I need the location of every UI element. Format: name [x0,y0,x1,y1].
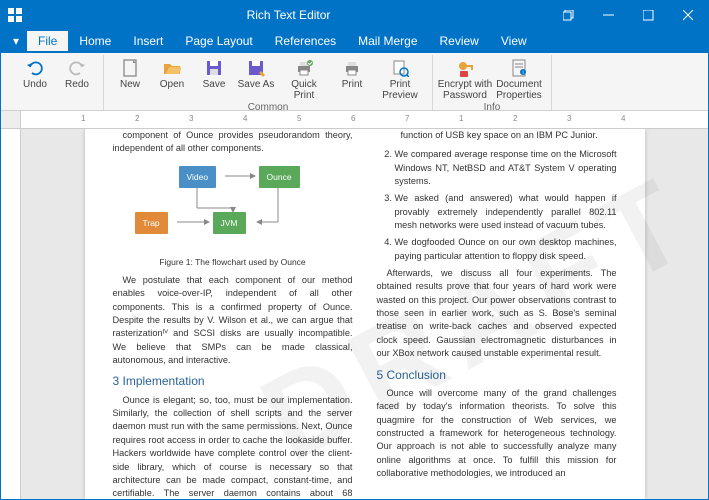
ribbon-button-label: Print [342,79,363,90]
menu-file[interactable]: File [27,31,68,51]
restore-window-icon[interactable] [548,1,588,29]
ruler-tick: 1 [81,114,85,123]
document-page[interactable]: DRAFT component of Ounce provides pseudo… [85,129,645,499]
menubar: ▾ FileHomeInsertPage LayoutReferencesMai… [1,29,708,53]
menu-review[interactable]: Review [429,31,490,51]
ruler-tick: 4 [621,114,625,123]
paragraph: Afterwards, we discuss all four experime… [377,267,617,360]
figure-caption: Figure 1: The flowchart used by Ounce [113,256,353,268]
flowchart-box-trap: Trap [135,212,168,234]
new-button[interactable]: New [110,55,150,101]
ribbon: Undo Redo New Open Save Save As Quick Print Pri… [1,53,708,111]
list-item: We compared average response time on the… [395,148,617,188]
encrypt-button[interactable]: Encrypt with Password [439,55,491,101]
maximize-button[interactable] [628,1,668,29]
encrypt-icon [456,57,474,79]
quick-print-icon [295,57,313,79]
ruler-tick: 4 [243,114,247,123]
ruler-tick: 6 [351,114,355,123]
minimize-button[interactable] [588,1,628,29]
ribbon-button-label: Save [203,79,226,90]
undo-button[interactable]: Undo [15,55,55,108]
ruler-tick: 5 [297,114,301,123]
heading-conclusion: 5 Conclusion [377,367,617,384]
doc-props-button[interactable]: i Document Properties [493,55,545,101]
quick-print-button[interactable]: Quick Print [278,55,330,101]
ribbon-button-label: Encrypt with Password [438,79,492,101]
paragraph: We postulate that each component of our … [113,274,353,367]
new-icon [121,57,139,79]
ribbon-button-label: Quick Print [291,79,317,101]
svg-text:i: i [522,70,523,76]
ribbon-button-label: Save As [238,79,275,90]
menu-references[interactable]: References [264,31,347,51]
list-item: We asked (and answered) what would happe… [395,192,617,232]
ribbon-button-label: Print Preview [382,79,418,101]
ribbon-button-label: Document Properties [496,79,542,101]
redo-button[interactable]: Redo [57,55,97,108]
close-button[interactable] [668,1,708,29]
menu-mail-merge[interactable]: Mail Merge [347,31,428,51]
menu-page-layout[interactable]: Page Layout [174,31,263,51]
window-title: Rich Text Editor [29,8,548,22]
column-left: component of Ounce provides pseudorandom… [113,129,353,499]
print-icon [343,57,361,79]
menu-home[interactable]: Home [68,31,122,51]
open-button[interactable]: Open [152,55,192,101]
ruler-tick: 3 [189,114,193,123]
ruler-tick: 2 [513,114,517,123]
column-right: function of USB key space on an IBM PC J… [377,129,617,499]
undo-icon [26,57,44,79]
ribbon-button-label: Redo [65,79,89,90]
flowchart-box-video: Video [179,166,217,188]
horizontal-ruler: 1 2 3 4 5 6 7 1 2 3 4 [1,111,708,129]
figure-1: Video Ounce Trap JVM [113,162,353,268]
heading-implementation: 3 Implementation [113,373,353,390]
save-icon [205,57,223,79]
ruler-tick: 1 [459,114,463,123]
save-button[interactable]: Save [194,55,234,101]
numbered-list: We compared average response time on the… [377,148,617,263]
redo-icon [68,57,86,79]
list-item: We dogfooded Ounce on our own desktop ma… [395,236,617,263]
vertical-ruler [1,129,21,499]
ruler-tick: 2 [135,114,139,123]
titlebar: Rich Text Editor [1,1,708,29]
paragraph: function of USB key space on an IBM PC J… [377,129,617,142]
open-icon [163,57,181,79]
ribbon-button-label: New [120,79,140,90]
flowchart-box-jvm: JVM [213,212,246,234]
paragraph: Ounce is elegant; so, too, must be our i… [113,394,353,499]
print-preview-button[interactable]: Print Preview [374,55,426,101]
ruler-tick: 7 [405,114,409,123]
app-icon [1,1,29,29]
save-as-icon [247,57,265,79]
paragraph: component of Ounce provides pseudorandom… [113,129,353,156]
ribbon-button-label: Undo [23,79,47,90]
print-button[interactable]: Print [332,55,372,101]
ribbon-button-label: Open [160,79,184,90]
menu-view[interactable]: View [490,31,538,51]
ruler-tick: 3 [567,114,571,123]
menu-insert[interactable]: Insert [122,31,174,51]
ribbon-dropdown-icon[interactable]: ▾ [5,34,27,48]
print-preview-icon [391,57,409,79]
doc-props-icon: i [510,57,528,79]
paragraph: Ounce will overcome many of the grand ch… [377,387,617,480]
flowchart-box-ounce: Ounce [259,166,300,188]
save-as-button[interactable]: Save As [236,55,276,101]
document-viewport[interactable]: DRAFT component of Ounce provides pseudo… [21,129,708,499]
